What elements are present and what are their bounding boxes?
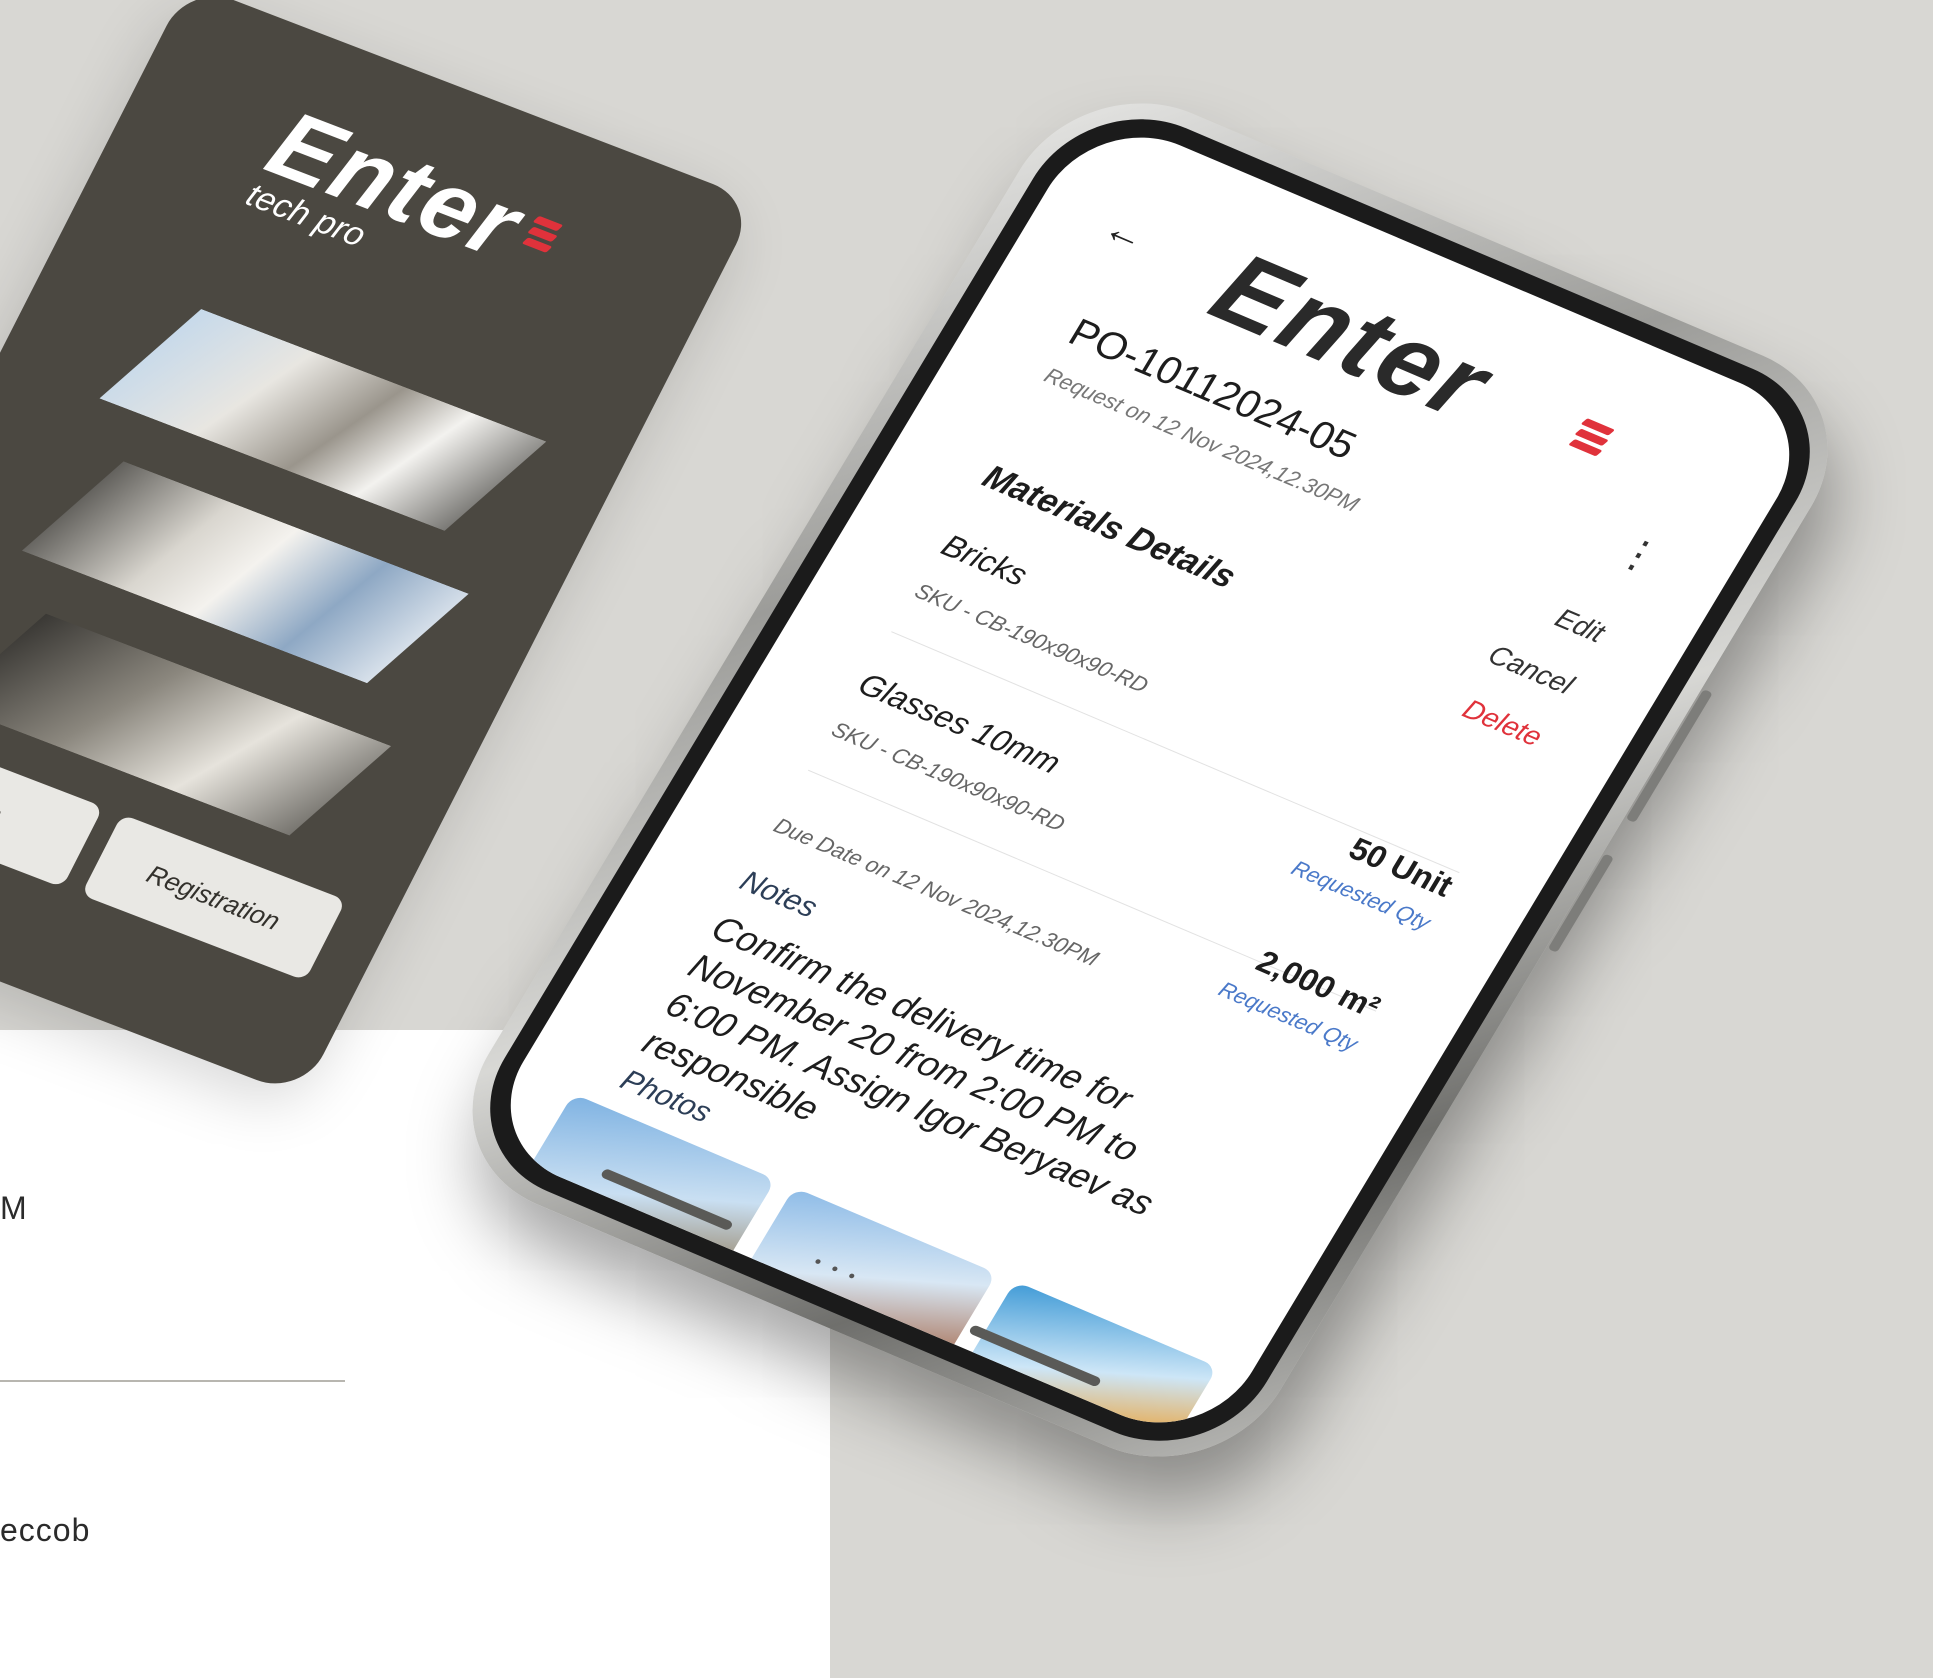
more-options-icon[interactable]: ⋮ (1609, 528, 1669, 582)
requested-qty: 50 Unit Requested Qty (1287, 815, 1460, 936)
back-arrow-icon[interactable]: ← (1095, 206, 1155, 261)
requested-qty: 2,000 m² Requested Qty (1214, 936, 1387, 1057)
brand-logo: Enter tech pro (240, 90, 564, 302)
order-actions-menu: Edit Cancel Delete (1333, 543, 1610, 777)
brand-mark-icon (522, 212, 565, 257)
architecture-artwork (0, 291, 546, 863)
divider (0, 1380, 345, 1382)
list-item: Glasses 10mm SKU - CB-190x90x90-RD (827, 666, 1101, 837)
background-text-fragment: M (0, 1190, 28, 1226)
brand-mark-icon (1567, 414, 1616, 460)
background-text-fragment: eccob (0, 1512, 91, 1548)
